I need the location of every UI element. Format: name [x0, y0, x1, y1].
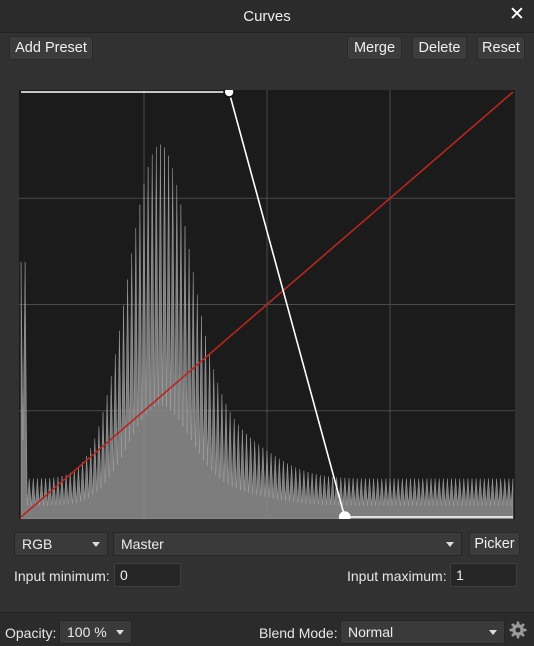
- color-space-value: RGB: [22, 536, 53, 552]
- reset-button[interactable]: Reset: [477, 36, 525, 60]
- blend-mode-value: Normal: [348, 624, 394, 640]
- curve-control-point[interactable]: [223, 90, 235, 98]
- add-preset-button[interactable]: Add Preset: [9, 36, 93, 60]
- chevron-down-icon: [92, 542, 100, 547]
- opacity-value: 100 %: [67, 624, 107, 640]
- opacity-select[interactable]: 100 %: [59, 620, 132, 644]
- blend-mode-select[interactable]: Normal: [340, 620, 505, 644]
- input-minimum-field[interactable]: 0: [114, 563, 181, 587]
- close-icon[interactable]: ✕: [508, 5, 526, 25]
- blend-mode-label: Blend Mode:: [259, 625, 338, 641]
- input-minimum-label: Input minimum:: [14, 568, 110, 584]
- picker-button[interactable]: Picker: [469, 532, 520, 556]
- delete-button[interactable]: Delete: [412, 36, 467, 60]
- input-maximum-field[interactable]: 1: [450, 563, 517, 587]
- gear-icon[interactable]: [509, 621, 527, 639]
- chevron-down-icon: [489, 630, 497, 635]
- curves-canvas[interactable]: [19, 90, 515, 519]
- footer-bar: Opacity: 100 % Blend Mode: Normal: [0, 612, 534, 646]
- channel-value: Master: [121, 536, 164, 552]
- chevron-down-icon: [116, 630, 124, 635]
- title-bar: Curves ✕: [0, 0, 534, 33]
- merge-button[interactable]: Merge: [347, 36, 402, 60]
- opacity-label: Opacity:: [5, 625, 57, 641]
- chevron-down-icon: [446, 542, 454, 547]
- color-space-select[interactable]: RGB: [14, 532, 108, 556]
- panel-title: Curves: [243, 8, 291, 25]
- curves-graph[interactable]: [19, 90, 515, 519]
- channel-select[interactable]: Master: [113, 532, 462, 556]
- input-maximum-label: Input maximum:: [347, 568, 447, 584]
- curve-control-point[interactable]: [338, 511, 351, 519]
